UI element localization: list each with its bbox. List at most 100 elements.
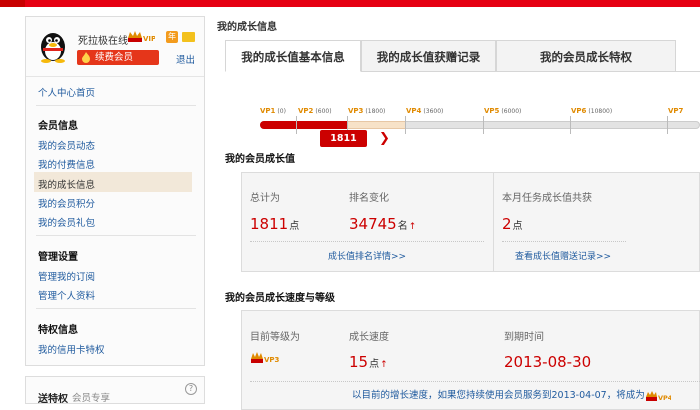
growth-section-title: 我的会员成长值	[225, 154, 295, 165]
progress-fill	[260, 121, 348, 129]
sidebar-item-manage-profile[interactable]: 管理个人资料	[38, 288, 95, 302]
level-tick	[570, 116, 571, 134]
sidebar-item-manage-subscriptions[interactable]: 管理我的订阅	[38, 269, 95, 283]
up-arrow-icon: ↑	[380, 360, 388, 370]
qq-penguin-avatar-icon[interactable]	[38, 29, 68, 63]
level-tick	[405, 116, 406, 134]
total-value: 1811	[250, 215, 289, 233]
renew-member-label: 续费会员	[95, 52, 134, 63]
rank-unit: 名	[397, 221, 408, 232]
speed-level-box: 目前等级为 VP3 成长速度 15点↑ 到期时间 2013-08-30 以目前的…	[241, 310, 700, 410]
promo-title: 送特权	[38, 394, 68, 405]
tab-growth-gift-records[interactable]: 我的成长值获赠记录	[361, 40, 496, 72]
annual-nian-icon[interactable]: 年	[166, 31, 178, 43]
promo-subtitle: 会员专享	[72, 393, 111, 404]
level-threshold: (600)	[315, 108, 332, 115]
forecast-level-text: VP4	[658, 394, 671, 402]
tab-growth-privileges[interactable]: 我的会员成长特权	[496, 40, 676, 72]
total-value-group: 1811点	[250, 215, 299, 233]
dotted-divider	[502, 241, 626, 242]
dotted-divider	[250, 381, 700, 382]
current-level-label: 目前等级为	[250, 332, 300, 343]
monthly-task-label: 本月任务成长值共获	[502, 193, 592, 204]
page-title: 我的成长信息	[217, 22, 277, 33]
speed-unit: 点	[369, 359, 380, 370]
growth-progress-bar: VP1 (0) VP2 (600) VP3 (1800) VP4 (3600) VP5(…	[258, 102, 700, 162]
level-tick	[296, 116, 297, 134]
tab-bar: 我的成长值基本信息 我的成长值获赠记录 我的会员成长特权	[225, 40, 700, 72]
level-threshold: (10800)	[588, 108, 613, 115]
username: 死拉极在线	[78, 36, 128, 47]
speed-section-title: 我的会员成长速度与等级	[225, 293, 335, 304]
sidebar-item-member-activity[interactable]: 我的会员动态	[38, 138, 95, 152]
logout-link[interactable]: 退出	[176, 52, 195, 66]
total-label: 总计为	[250, 193, 280, 204]
level-name: VP4	[406, 107, 422, 115]
rank-value: 34745	[349, 215, 397, 233]
current-score-badge: 1811	[320, 130, 367, 147]
sidebar-group-title-privileges: 特权信息	[38, 325, 78, 336]
level-threshold: (1800)	[365, 108, 386, 115]
level-name: VP7	[668, 107, 684, 115]
level-threshold: (3600)	[423, 108, 444, 115]
sidebar-item-growth-info[interactable]: 我的成长信息	[38, 177, 95, 191]
up-arrow-icon: ↑	[408, 222, 417, 232]
level-marker-vp4: VP4 (3600)	[406, 107, 443, 115]
renew-member-button[interactable]: 续费会员	[77, 50, 159, 65]
user-panel: 死拉极在线 VIP3 年 续费会员 退出	[26, 17, 204, 77]
rank-value-group: 34745名↑	[349, 215, 416, 233]
sidebar-group-title-member-info: 会员信息	[38, 121, 78, 132]
level-tick	[667, 116, 668, 134]
vip-badge-text: VIP3	[143, 35, 155, 43]
level-marker-vp7: VP7	[668, 107, 685, 115]
box-divider	[493, 173, 494, 271]
top-red-bar	[0, 0, 700, 7]
current-level-text: VP3	[264, 356, 280, 364]
chevron-right-icon[interactable]: ❯	[379, 131, 390, 146]
vip4-icon: VP4	[645, 390, 671, 402]
level-threshold: (6000)	[501, 108, 522, 115]
growth-speed-label: 成长速度	[349, 332, 389, 343]
sidebar-item-credit-card-privilege[interactable]: 我的信用卡特权	[38, 342, 105, 356]
sidebar: 死拉极在线 VIP3 年 续费会员 退出 个人中心首页 会员信息 我的会员动态 …	[25, 16, 205, 366]
expire-time-label: 到期时间	[504, 332, 544, 343]
level-marker-vp5: VP5 (6000)	[484, 107, 521, 115]
level-name: VP3	[348, 107, 364, 115]
gift-record-link[interactable]: 查看成长值赠送记录>>	[515, 249, 611, 262]
folder-icon[interactable]	[182, 32, 195, 42]
task-value-group: 2点	[502, 215, 523, 233]
sidebar-item-member-points[interactable]: 我的会员积分	[38, 196, 95, 210]
level-marker-vp1: VP1 (0)	[260, 107, 286, 115]
task-value: 2	[502, 215, 512, 233]
flame-icon	[82, 52, 90, 63]
progress-next-segment	[348, 121, 405, 129]
level-threshold: (0)	[277, 108, 286, 115]
promo-box: 送特权 会员专享 ?	[25, 376, 205, 405]
sidebar-divider	[36, 235, 196, 236]
level-name: VP1	[260, 107, 276, 115]
sidebar-group-title-manage: 管理设置	[38, 252, 78, 263]
forecast-text: 以目前的增长速度，如果您持续使用会员服务到2013-04-07，将成为	[352, 390, 645, 401]
level-name: VP5	[484, 107, 500, 115]
expire-time-value: 2013-08-30	[504, 353, 592, 371]
sidebar-item-payment-info[interactable]: 我的付费信息	[38, 157, 95, 171]
rank-detail-link[interactable]: 成长值排名详情>>	[328, 249, 406, 262]
vip-crown-icon[interactable]: VIP3	[127, 29, 155, 43]
rank-change-label: 排名变化	[349, 193, 389, 204]
level-tick	[483, 116, 484, 134]
total-unit: 点	[289, 221, 300, 232]
level-name: VP2	[298, 107, 314, 115]
vip-level-icon: VP3	[251, 352, 280, 364]
help-icon[interactable]: ?	[185, 383, 197, 395]
growth-speed-value: 15	[349, 353, 369, 371]
level-marker-vp3: VP3 (1800)	[348, 107, 385, 115]
level-marker-vp6: VP6 (10800)	[571, 107, 612, 115]
growth-forecast-note: 以目前的增长速度，如果您持续使用会员服务到2013-04-07，将成为 VP4	[352, 387, 671, 402]
sidebar-divider	[36, 105, 196, 106]
sidebar-item-member-gifts[interactable]: 我的会员礼包	[38, 215, 95, 229]
task-unit: 点	[512, 221, 523, 232]
sidebar-divider	[36, 308, 196, 309]
sidebar-home-link[interactable]: 个人中心首页	[38, 85, 95, 99]
level-name: VP6	[571, 107, 587, 115]
tab-growth-basic-info[interactable]: 我的成长值基本信息	[225, 40, 361, 72]
